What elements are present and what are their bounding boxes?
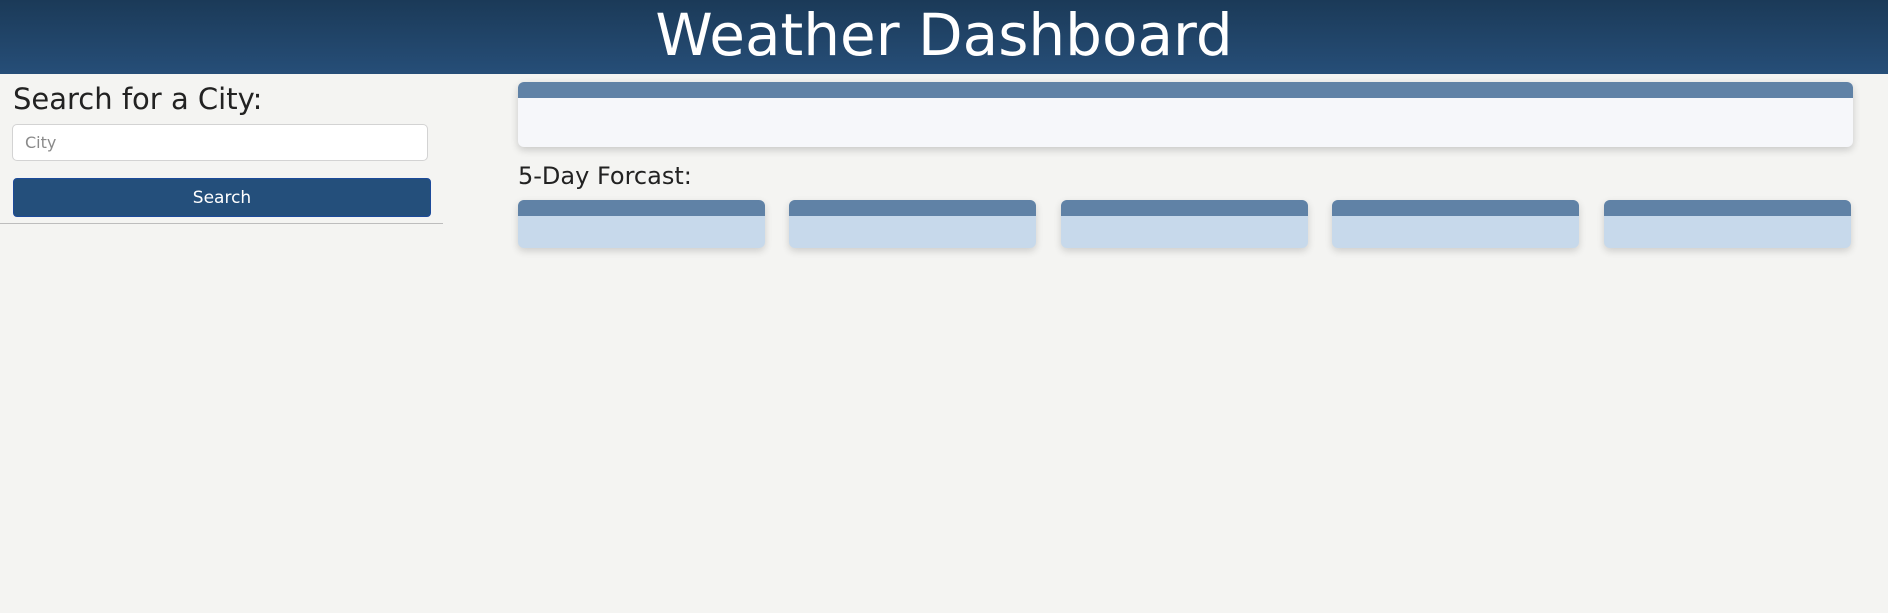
page-title: Weather Dashboard [655, 1, 1233, 69]
forecast-card-header [1332, 200, 1579, 216]
search-heading: Search for a City: [13, 82, 263, 116]
dashboard-layout: Search for a City: Search 5-Day Forcast: [0, 74, 1888, 613]
forecast-card-day-1 [518, 200, 765, 248]
current-weather-card [518, 82, 1853, 147]
forecast-card-header [518, 200, 765, 216]
forecast-heading: 5-Day Forcast: [518, 162, 692, 190]
sidebar-divider [0, 223, 443, 224]
forecast-card-header [1061, 200, 1308, 216]
forecast-card-day-4 [1332, 200, 1579, 248]
forecast-card-day-5 [1604, 200, 1851, 248]
forecast-card-day-3 [1061, 200, 1308, 248]
city-search-input[interactable] [12, 124, 428, 161]
forecast-card-header [789, 200, 1036, 216]
forecast-card-header [1604, 200, 1851, 216]
forecast-cards-row [518, 200, 1853, 250]
page-header: Weather Dashboard [0, 0, 1888, 74]
search-button[interactable]: Search [13, 178, 431, 217]
current-weather-card-header [518, 82, 1853, 98]
forecast-card-day-2 [789, 200, 1036, 248]
